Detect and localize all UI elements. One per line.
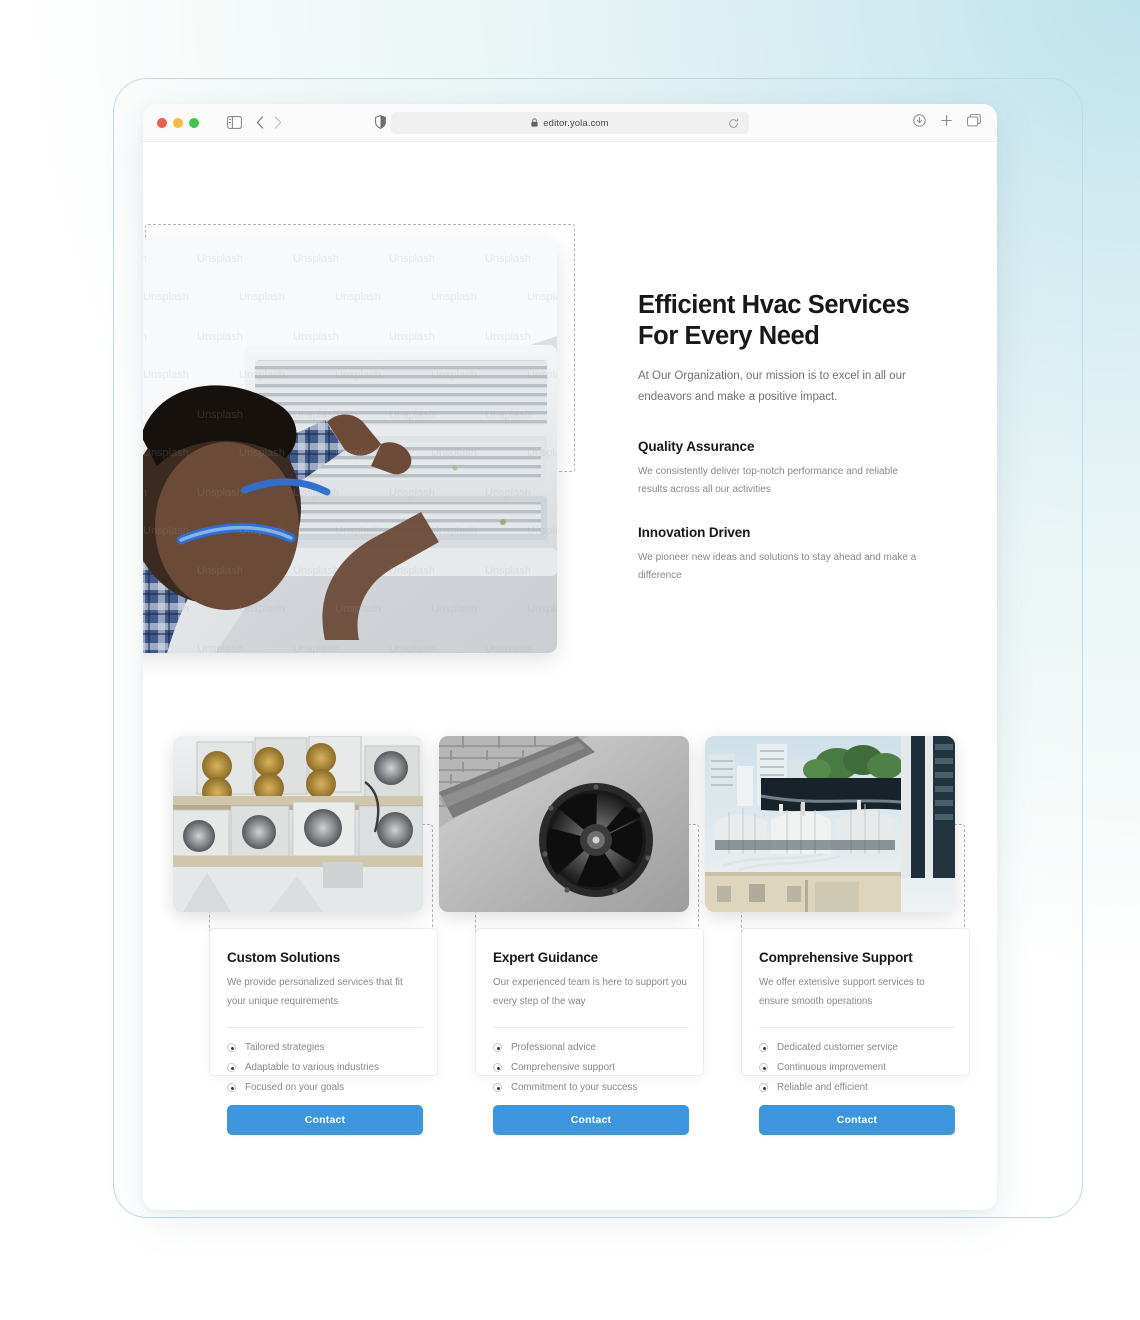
card-title: Expert Guidance	[493, 950, 599, 965]
bullet-icon	[227, 1043, 236, 1053]
list-item-label: Dedicated customer service	[777, 1042, 898, 1054]
list-item-label: Commitment to your success	[511, 1082, 638, 1094]
card-title: Custom Solutions	[227, 950, 341, 965]
list-item-label: Professional advice	[511, 1042, 596, 1054]
sidebar-toggle-icon[interactable]	[227, 116, 242, 129]
feature-title: Innovation Driven	[638, 524, 751, 540]
card-title: Comprehensive Support	[759, 950, 913, 965]
zoom-window-button[interactable]	[189, 117, 199, 128]
close-window-button[interactable]	[157, 117, 167, 128]
bullet-icon	[493, 1083, 502, 1093]
bullet-icon	[227, 1063, 236, 1073]
list-item-label: Focused on your goals	[245, 1082, 345, 1094]
list-item-label: Adaptable to various industries	[245, 1062, 379, 1074]
card-description: Our experienced team is here to support …	[493, 977, 687, 1007]
privacy-shield-icon[interactable]	[375, 115, 386, 129]
list-item-label: Reliable and efficient	[777, 1082, 868, 1094]
back-button[interactable]	[256, 116, 264, 129]
website-canvas: Unsplash Unsplash	[143, 142, 997, 1210]
feature-quality-assurance: Quality Assurance We consistently delive…	[638, 439, 928, 500]
bullet-icon	[759, 1063, 768, 1073]
address-bar[interactable]: editor.yola.com	[391, 112, 749, 134]
list-item: Focused on your goals	[227, 1082, 423, 1093]
card-content: Comprehensive Support We offer extensive…	[759, 950, 955, 1136]
hero-copy: Efficient Hvac Services For Every Need A…	[638, 290, 928, 586]
card-content: Expert Guidance Our experienced team is …	[493, 950, 689, 1136]
contact-button[interactable]: Contact	[493, 1105, 689, 1136]
contact-button[interactable]: Contact	[759, 1105, 955, 1136]
card-feature-list: Professional advice Comprehensive suppor…	[493, 1042, 689, 1093]
feature-title: Quality Assurance	[638, 438, 755, 454]
card-divider	[759, 1027, 955, 1029]
feature-body: We consistently deliver top-notch perfor…	[638, 465, 898, 496]
plus-icon[interactable]	[940, 114, 953, 127]
window-controls[interactable]	[157, 117, 199, 128]
list-item-label: Tailored strategies	[245, 1042, 325, 1054]
list-item: Continuous improvement	[759, 1062, 955, 1073]
toolbar-right-actions	[913, 114, 981, 127]
card-description: We provide personalized services that fi…	[227, 977, 403, 1007]
list-item: Professional advice	[493, 1042, 689, 1053]
bullet-icon	[493, 1063, 502, 1073]
list-item: Comprehensive support	[493, 1062, 689, 1073]
list-item: Adaptable to various industries	[227, 1062, 423, 1073]
card-divider	[227, 1027, 423, 1029]
hero-image[interactable]: Unsplash Unsplash	[143, 240, 557, 653]
list-item: Reliable and efficient	[759, 1082, 955, 1093]
reload-icon[interactable]	[728, 116, 739, 134]
bullet-icon	[493, 1043, 502, 1053]
browser-window: editor.yola.com Efficient Hvac Services …	[143, 104, 997, 1210]
minimize-window-button[interactable]	[173, 117, 183, 128]
card-image-outdoor-condenser-units[interactable]	[173, 736, 423, 912]
list-item: Tailored strategies	[227, 1042, 423, 1053]
card-description: We offer extensive support services to e…	[759, 977, 925, 1007]
bullet-icon	[227, 1083, 236, 1093]
hero-subtitle: At Our Organization, our mission is to e…	[638, 370, 906, 404]
tab-overview-icon[interactable]	[967, 114, 981, 127]
download-icon[interactable]	[913, 114, 926, 127]
url-text: editor.yola.com	[543, 117, 609, 129]
list-item: Dedicated customer service	[759, 1042, 955, 1053]
list-item-label: Continuous improvement	[777, 1062, 886, 1074]
hero-title: Efficient Hvac Services For Every Need	[638, 291, 910, 350]
list-item-label: Comprehensive support	[511, 1062, 616, 1074]
browser-toolbar: editor.yola.com	[143, 104, 997, 142]
card-divider	[493, 1027, 689, 1029]
list-item: Commitment to your success	[493, 1082, 689, 1093]
card-feature-list: Dedicated customer service Continuous im…	[759, 1042, 955, 1093]
bullet-icon	[759, 1043, 768, 1053]
feature-body: We pioneer new ideas and solutions to st…	[638, 551, 917, 582]
card-image-rooftop-cooling-towers[interactable]	[705, 736, 955, 912]
card-content: Custom Solutions We provide personalized…	[227, 950, 423, 1136]
contact-button[interactable]: Contact	[227, 1105, 423, 1136]
bullet-icon	[759, 1083, 768, 1093]
lock-icon	[531, 117, 538, 129]
card-image-wall-exhaust-fan[interactable]	[439, 736, 689, 912]
forward-button[interactable]	[274, 116, 282, 129]
card-feature-list: Tailored strategies Adaptable to various…	[227, 1042, 423, 1093]
feature-innovation-driven: Innovation Driven We pioneer new ideas a…	[638, 525, 928, 586]
